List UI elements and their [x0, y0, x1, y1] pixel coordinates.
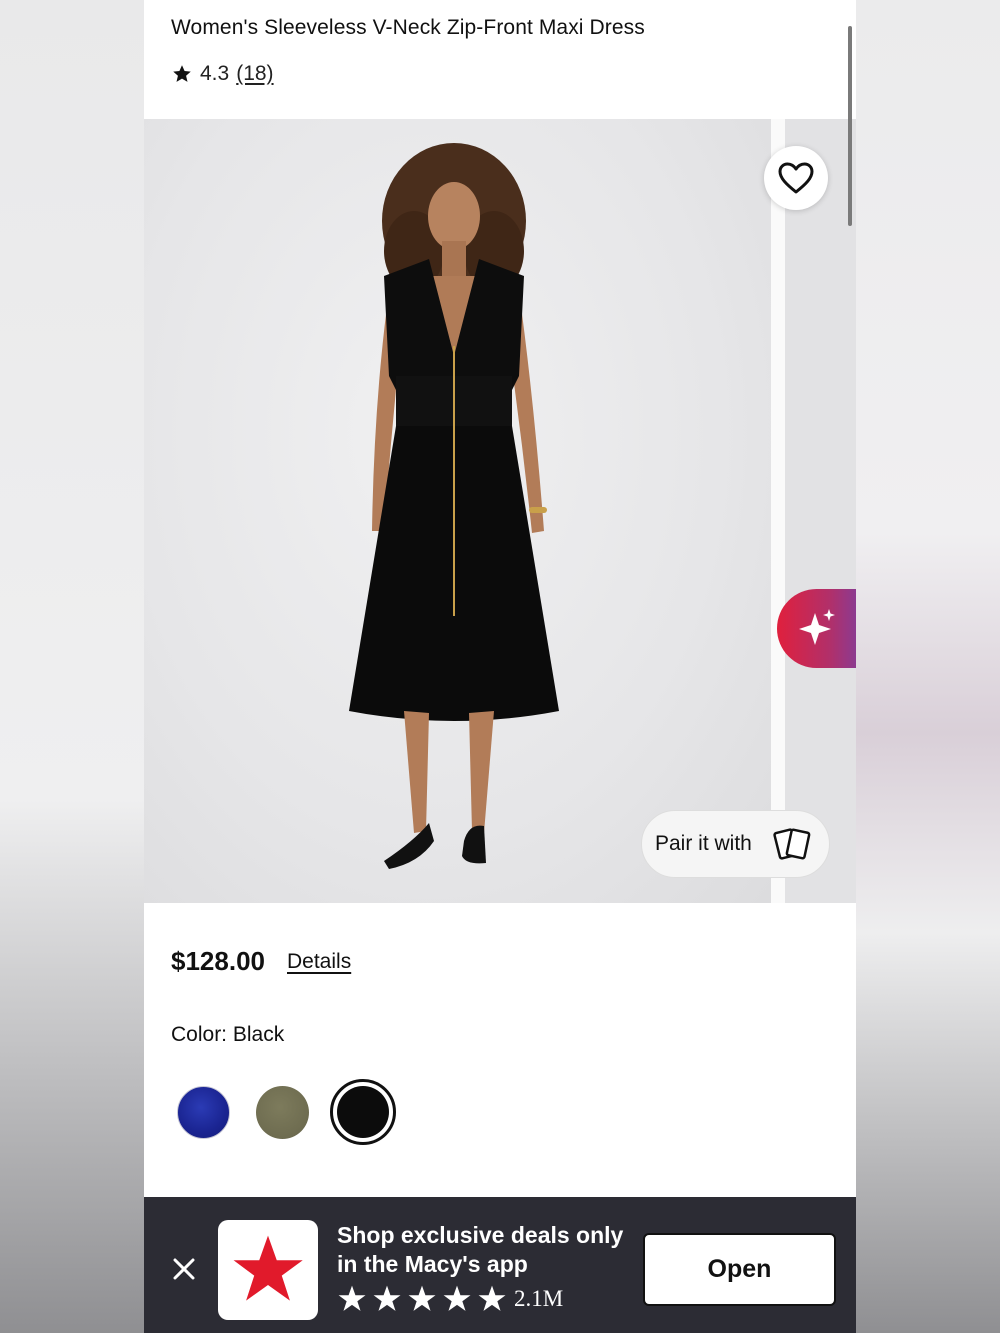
star-icon: [443, 1285, 471, 1311]
macys-star-icon: [233, 1235, 303, 1301]
wishlist-button[interactable]: [764, 146, 828, 210]
star-icon: [338, 1285, 366, 1311]
banner-message: Shop exclusive deals only in the Macy's …: [337, 1221, 623, 1279]
model-in-dress-image: [349, 143, 559, 869]
ai-assistant-button[interactable]: [777, 589, 856, 668]
app-review-count: 2.1M: [514, 1286, 564, 1311]
star-icon: [478, 1285, 506, 1311]
app-download-banner: Shop exclusive deals only in the Macy's …: [144, 1197, 856, 1333]
next-product-photo[interactable]: [785, 119, 856, 903]
app-rating: 2.1M: [337, 1285, 563, 1313]
pair-it-with-button[interactable]: Pair it with: [641, 810, 830, 878]
product-price: $128.00: [171, 946, 265, 976]
pair-it-with-label: Pair it with: [655, 832, 752, 855]
product-page: Women's Sleeveless V-Neck Zip-Front Maxi…: [144, 0, 856, 1333]
rating-value: 4.3: [200, 62, 230, 85]
background-right: [856, 0, 1000, 1333]
macys-app-logo: [218, 1220, 318, 1320]
product-image-gallery[interactable]: Pair it with: [144, 119, 856, 903]
banner-line-1: Shop exclusive deals only: [337, 1222, 624, 1248]
star-icon: [408, 1285, 436, 1311]
close-icon[interactable]: [170, 1255, 198, 1283]
color-label: Color: Black: [171, 1023, 285, 1046]
price-details-link[interactable]: Details: [287, 950, 351, 974]
cards-icon: [773, 828, 811, 860]
sparkle-icon: [799, 608, 835, 645]
star-icon: [173, 65, 191, 82]
color-swatch-olive[interactable]: [256, 1086, 309, 1139]
scrollbar[interactable]: [848, 26, 852, 226]
color-swatch-black[interactable]: [337, 1086, 389, 1138]
product-rating[interactable]: 4.3 (18): [172, 62, 274, 86]
star-icon: [373, 1285, 401, 1311]
heart-icon: [778, 162, 814, 194]
review-count-link[interactable]: (18): [236, 62, 273, 86]
banner-line-2: in the Macy's app: [337, 1251, 528, 1277]
product-photo[interactable]: [144, 119, 771, 903]
open-app-button[interactable]: Open: [643, 1233, 836, 1306]
background-left: [0, 0, 144, 1333]
product-title: Women's Sleeveless V-Neck Zip-Front Maxi…: [171, 16, 645, 39]
gallery-divider: [771, 119, 785, 903]
color-swatch-navy[interactable]: [177, 1086, 230, 1139]
